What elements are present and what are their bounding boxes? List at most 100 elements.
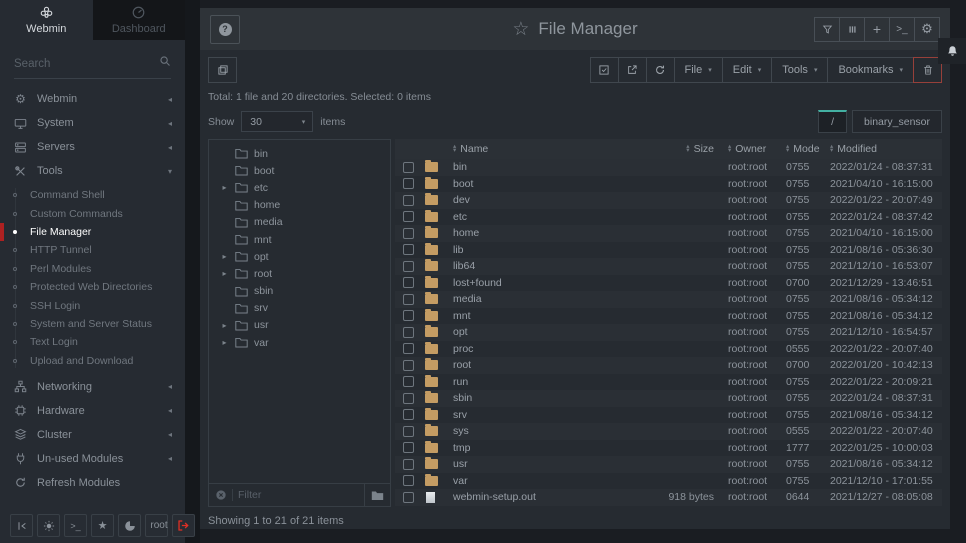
row-checkbox[interactable] xyxy=(403,343,414,354)
favorite-star-icon[interactable]: ☆ xyxy=(512,18,529,41)
tree-expand-icon[interactable] xyxy=(220,183,229,192)
table-row[interactable]: opt root:root 0755 2021/12/10 - 16:54:57 xyxy=(395,324,942,341)
sidebar-subitem[interactable]: File Manager xyxy=(0,223,185,241)
tree-item[interactable]: etc xyxy=(209,179,390,196)
row-checkbox[interactable] xyxy=(403,244,414,255)
sidebar-subitem[interactable]: SSH Login xyxy=(0,296,185,314)
table-row[interactable]: etc root:root 0755 2022/01/24 - 08:37:42 xyxy=(395,209,942,226)
sidebar-item-tools[interactable]: Tools ▾ xyxy=(0,159,185,183)
tab-webmin[interactable]: Webmin xyxy=(0,0,93,40)
column-header-size[interactable]: ▴▾ Size xyxy=(628,143,728,155)
column-header-owner[interactable]: ▴▾ Owner xyxy=(728,143,786,155)
table-row[interactable]: home root:root 0755 2021/04/10 - 16:15:0… xyxy=(395,225,942,242)
filter-input[interactable] xyxy=(238,489,364,501)
select-all-button[interactable] xyxy=(590,57,619,83)
row-checkbox[interactable] xyxy=(403,228,414,239)
table-row[interactable]: media root:root 0755 2021/08/16 - 05:34:… xyxy=(395,291,942,308)
row-checkbox[interactable] xyxy=(403,409,414,420)
tree-expand-icon[interactable] xyxy=(220,338,229,347)
tree-item[interactable]: usr xyxy=(209,317,390,334)
file-name[interactable]: proc xyxy=(453,343,628,355)
tree-expand-icon[interactable] xyxy=(220,269,229,278)
edit-menu-button[interactable]: Edit ▾ xyxy=(722,57,772,83)
table-row[interactable]: tmp root:root 1777 2022/01/25 - 10:00:03 xyxy=(395,440,942,457)
table-row[interactable]: root root:root 0700 2022/01/20 - 10:42:1… xyxy=(395,357,942,374)
sidebar-item-system[interactable]: System ◂ xyxy=(0,111,185,135)
file-name[interactable]: lib64 xyxy=(453,260,628,272)
refresh-button[interactable] xyxy=(646,57,675,83)
tree-item[interactable]: opt xyxy=(209,248,390,265)
row-checkbox[interactable] xyxy=(403,393,414,404)
file-name[interactable]: mnt xyxy=(453,310,628,322)
logout-button[interactable] xyxy=(172,514,195,537)
collapse-sidebar-button[interactable] xyxy=(10,514,33,537)
table-row[interactable]: dev root:root 0755 2022/01/22 - 20:07:49 xyxy=(395,192,942,209)
file-name[interactable]: dev xyxy=(453,194,628,206)
file-name[interactable]: media xyxy=(453,293,628,305)
terminal-button[interactable]: >_ xyxy=(64,514,87,537)
row-checkbox[interactable] xyxy=(403,475,414,486)
table-row[interactable]: var root:root 0755 2021/12/10 - 17:01:55 xyxy=(395,473,942,490)
path-tab-binary-sensor[interactable]: binary_sensor xyxy=(852,110,942,133)
columns-button[interactable] xyxy=(839,17,865,42)
export-button[interactable] xyxy=(618,57,647,83)
tree-item[interactable]: boot xyxy=(209,162,390,179)
table-row[interactable]: srv root:root 0755 2021/08/16 - 05:34:12 xyxy=(395,407,942,424)
tree-item[interactable]: var xyxy=(209,334,390,351)
row-checkbox[interactable] xyxy=(403,211,414,222)
favorites-button[interactable]: ★ xyxy=(91,514,114,537)
sidebar-item-webmin[interactable]: ⚙ Webmin ◂ xyxy=(0,87,185,111)
file-name[interactable]: boot xyxy=(453,178,628,190)
row-checkbox[interactable] xyxy=(403,162,414,173)
table-row[interactable]: lib root:root 0755 2021/08/16 - 05:36:30 xyxy=(395,242,942,259)
tree-item[interactable]: bin xyxy=(209,145,390,162)
tree-expand-icon[interactable] xyxy=(220,252,229,261)
settings-button[interactable]: ⚙ xyxy=(914,17,940,42)
table-row[interactable]: proc root:root 0555 2022/01/22 - 20:07:4… xyxy=(395,341,942,358)
row-checkbox[interactable] xyxy=(403,442,414,453)
row-checkbox[interactable] xyxy=(403,360,414,371)
table-row[interactable]: sys root:root 0555 2022/01/22 - 20:07:40 xyxy=(395,423,942,440)
sidebar-subitem[interactable]: Protected Web Directories xyxy=(0,278,185,296)
file-name[interactable]: root xyxy=(453,359,628,371)
tree-folder-button[interactable] xyxy=(364,484,390,506)
path-tab-root[interactable]: / xyxy=(818,110,847,133)
tree-item[interactable]: root xyxy=(209,265,390,282)
table-row[interactable]: mnt root:root 0755 2021/08/16 - 05:34:12 xyxy=(395,308,942,325)
file-menu-button[interactable]: File ▾ xyxy=(674,57,723,83)
tree-expand-icon[interactable] xyxy=(220,321,229,330)
file-name[interactable]: lost+found xyxy=(453,277,628,289)
sidebar-item-servers[interactable]: Servers ◂ xyxy=(0,135,185,159)
row-checkbox[interactable] xyxy=(403,294,414,305)
terminal-header-button[interactable]: >_ xyxy=(889,17,915,42)
sidebar-subitem[interactable]: Upload and Download xyxy=(0,352,185,370)
sidebar-item-unused-modules[interactable]: Un-used Modules ◂ xyxy=(0,447,185,471)
tree-item[interactable]: media xyxy=(209,214,390,231)
sidebar-subitem[interactable]: Custom Commands xyxy=(0,204,185,222)
file-name[interactable]: run xyxy=(453,376,628,388)
row-checkbox[interactable] xyxy=(403,195,414,206)
row-checkbox[interactable] xyxy=(403,459,414,470)
sidebar-item-hardware[interactable]: Hardware ◂ xyxy=(0,399,185,423)
search-input[interactable] xyxy=(14,58,171,70)
file-name[interactable]: tmp xyxy=(453,442,628,454)
table-row[interactable]: usr root:root 0755 2021/08/16 - 05:34:12 xyxy=(395,456,942,473)
row-checkbox[interactable] xyxy=(403,261,414,272)
file-name[interactable]: var xyxy=(453,475,628,487)
bookmarks-menu-button[interactable]: Bookmarks ▾ xyxy=(827,57,914,83)
row-checkbox[interactable] xyxy=(403,277,414,288)
clone-tab-button[interactable] xyxy=(208,57,237,83)
file-name[interactable]: usr xyxy=(453,458,628,470)
clear-filter-icon[interactable] xyxy=(215,489,227,501)
tab-dashboard[interactable]: Dashboard xyxy=(93,0,186,40)
file-name[interactable]: srv xyxy=(453,409,628,421)
theme-toggle-button[interactable] xyxy=(37,514,60,537)
sidebar-item-networking[interactable]: Networking ◂ xyxy=(0,375,185,399)
file-name[interactable]: webmin-setup.out xyxy=(453,491,628,503)
help-button[interactable]: ? xyxy=(210,15,240,44)
sidebar-subitem[interactable]: System and Server Status xyxy=(0,315,185,333)
tree-item[interactable]: mnt xyxy=(209,231,390,248)
tree-item[interactable]: srv xyxy=(209,300,390,317)
file-name[interactable]: lib xyxy=(453,244,628,256)
column-header-modified[interactable]: ▴▾ Modified xyxy=(830,143,942,155)
